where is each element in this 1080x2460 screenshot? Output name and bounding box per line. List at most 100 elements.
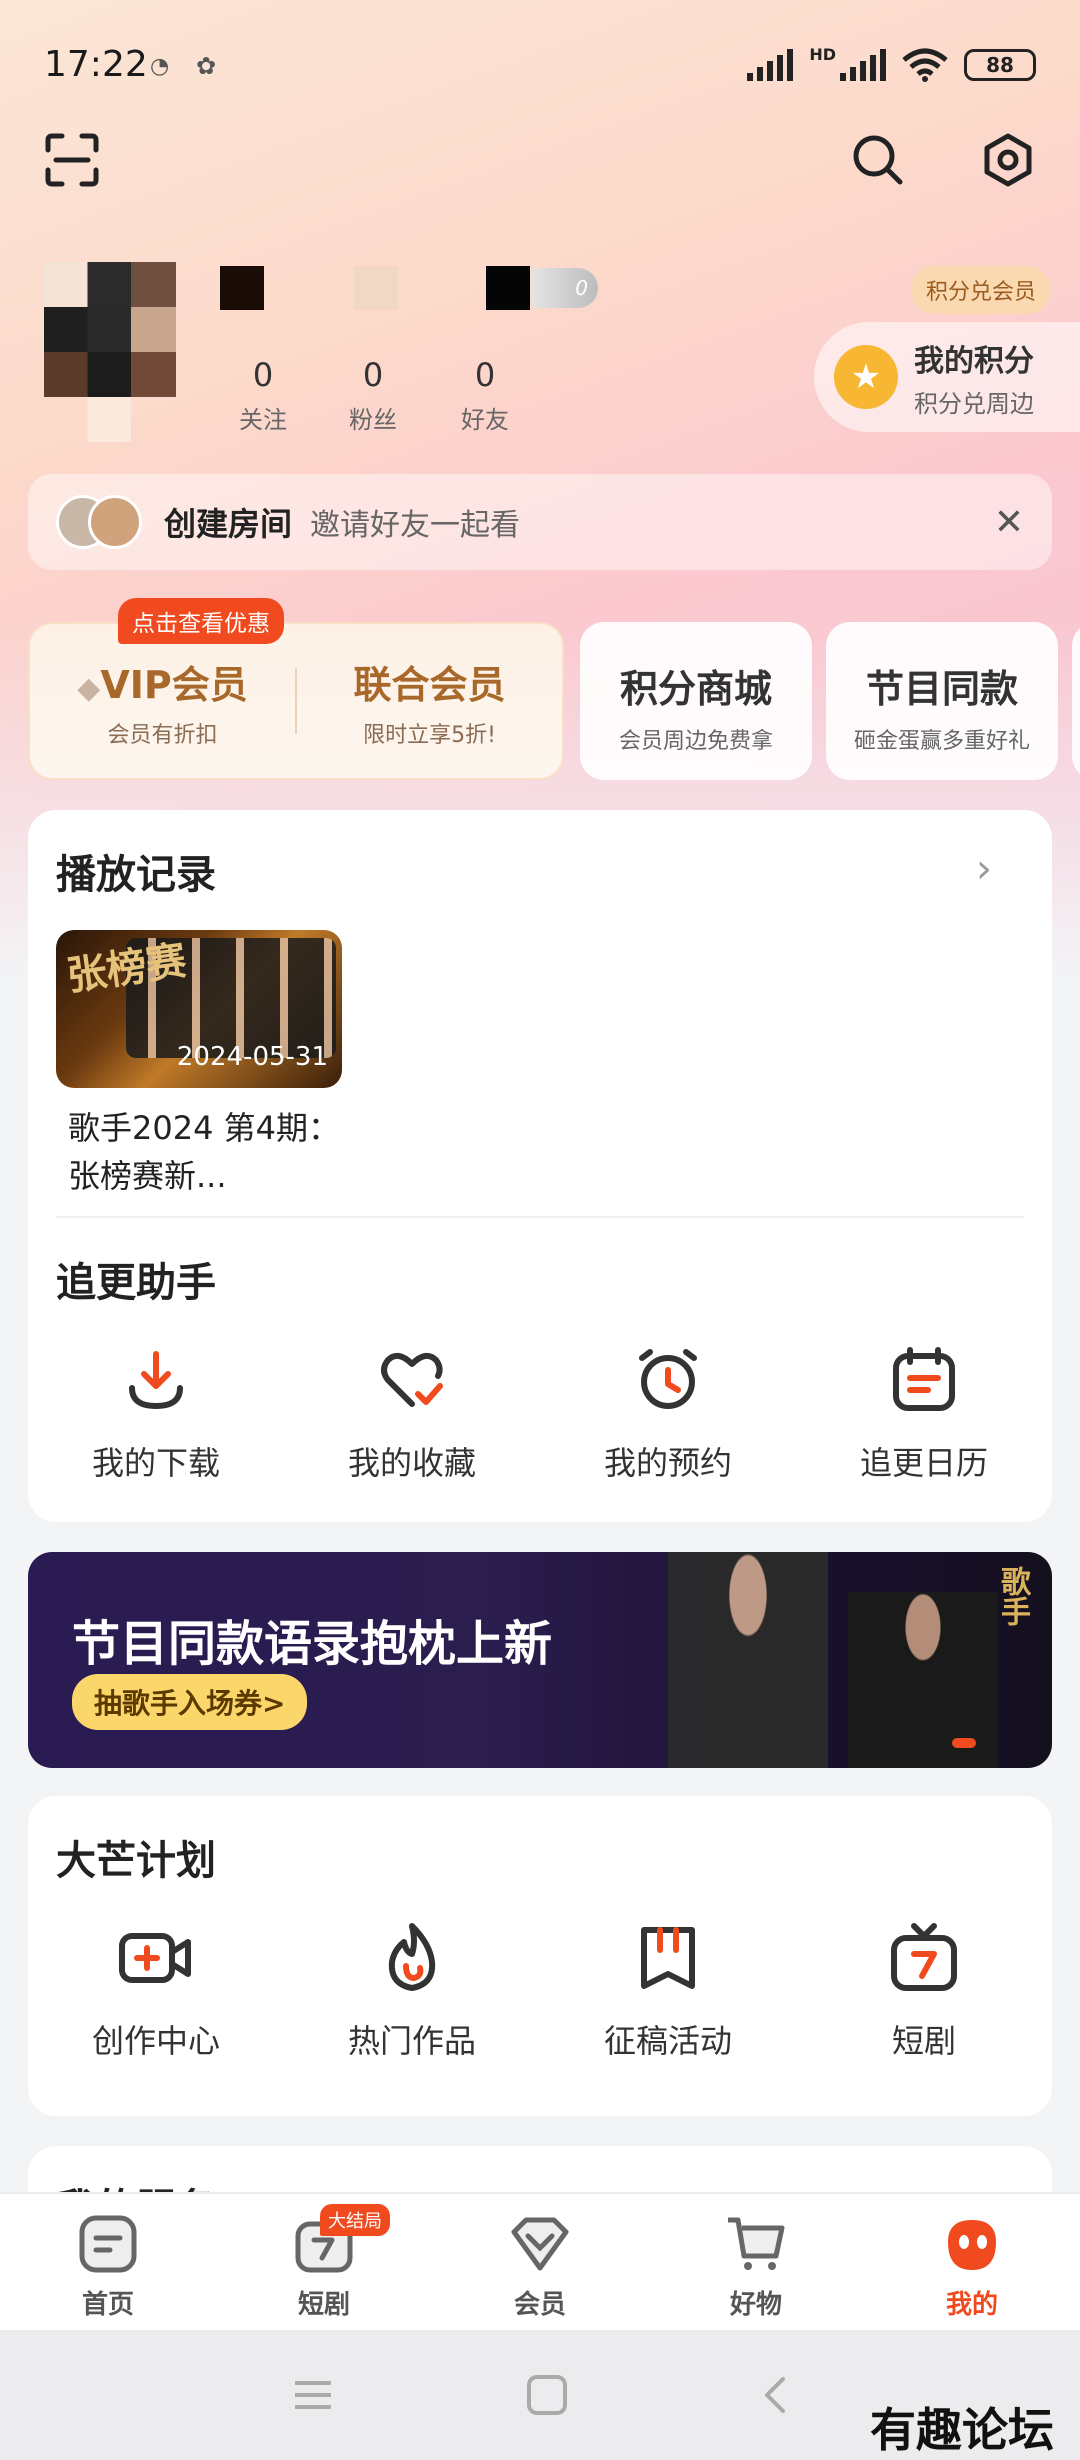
same-style-subtitle: 砸金蛋赢多重好礼 <box>853 729 1030 754</box>
status-time: 17:22 <box>44 44 148 85</box>
points-redeem-tag[interactable]: 积分兑会员 <box>911 266 1050 314</box>
my-points-card[interactable]: ★ 我的积分 积分兑周边 <box>814 322 1080 432</box>
my-favorites-button[interactable]: 我的收藏 <box>284 1344 540 1484</box>
avatar[interactable] <box>44 262 176 442</box>
settings-button[interactable] <box>976 128 1040 192</box>
signal-icon <box>747 49 794 81</box>
menu-icon[interactable] <box>291 2377 335 2413</box>
banner-title: 节目同款语录抱枕上新 <box>72 1616 553 1672</box>
points-shop-title: 积分商城 <box>619 667 772 711</box>
diamond-icon: ◆ <box>77 670 101 706</box>
vip-member-card[interactable]: ◆VIP会员 会员有折扣 <box>30 654 295 749</box>
stat-following[interactable]: 0 关注 <box>218 356 308 435</box>
stat-value: 0 <box>362 356 384 394</box>
stat-fans[interactable]: 0 粉丝 <box>328 356 418 435</box>
bookmark-icon <box>641 1927 695 1989</box>
vip-subtitle: 会员有折扣 <box>107 722 218 748</box>
flame-icon <box>388 1923 436 1991</box>
mango-plan-label: 征稿活动 <box>603 2022 732 2060</box>
room-avatar <box>88 495 142 549</box>
download-icon <box>129 1351 183 1410</box>
short-drama-button[interactable]: 短剧 <box>796 1922 1052 2062</box>
vip-title: VIP会员 <box>100 662 248 707</box>
nav-label: 会员 <box>513 2290 566 2320</box>
history-caption[interactable]: 歌手2024 第4期：张榜赛新... <box>68 1104 358 1200</box>
alarm-clock-icon <box>639 1349 697 1409</box>
banner-singer-1 <box>668 1552 828 1768</box>
mango-plan-label: 创作中心 <box>91 2022 220 2060</box>
stat-label: 关注 <box>239 406 287 434</box>
mango-plan-label: 短剧 <box>891 2022 956 2060</box>
points-shop-card[interactable]: 积分商城 会员周边免费拿 <box>580 622 812 780</box>
mango-plan-title: 大芒计划 <box>56 1838 216 1884</box>
tv-icon <box>891 1923 957 1991</box>
status-icons: HD 88 <box>745 45 1036 82</box>
back-icon[interactable] <box>759 2373 789 2417</box>
calendar-icon <box>893 1347 955 1411</box>
banner-logo: 歌手 <box>995 1566 1030 1626</box>
my-downloads-button[interactable]: 我的下载 <box>28 1344 284 1484</box>
nav-home[interactable]: 首页 <box>0 2194 216 2330</box>
stat-friends[interactable]: 0 好友 <box>440 356 530 435</box>
thumbnail-date: 2024-05-31 <box>176 1042 328 1072</box>
home-icon <box>79 2215 137 2273</box>
nav-label: 首页 <box>81 2290 134 2320</box>
history-thumbnail[interactable]: 张榜赛 2024-05-31 <box>56 930 342 1088</box>
nav-short-drama[interactable]: 大结局 短剧 <box>216 2194 432 2330</box>
assistant-label: 我的预约 <box>603 1444 732 1482</box>
hot-works-button[interactable]: 热门作品 <box>284 1922 540 2062</box>
home-square-icon[interactable] <box>525 2373 569 2417</box>
heart-check-icon <box>381 1352 443 1407</box>
banner-cta[interactable]: 抽歌手入场券> <box>72 1674 308 1730</box>
next-card-peek <box>1072 622 1080 780</box>
assistant-grid: 我的下载 我的收藏 我的预约 追更日历 <box>28 1344 1052 1484</box>
nav-label: 好物 <box>729 2290 782 2320</box>
close-icon[interactable]: ✕ <box>994 502 1024 543</box>
history-title: 播放记录 <box>56 852 216 898</box>
update-calendar-button[interactable]: 追更日历 <box>796 1344 1052 1484</box>
nav-mine[interactable]: 我的 <box>864 2194 1080 2330</box>
nav-label: 我的 <box>945 2290 998 2320</box>
creation-center-button[interactable]: 创作中心 <box>28 1922 284 2062</box>
assistant-title: 追更助手 <box>56 1260 216 1306</box>
points-title: 我的积分 <box>914 343 1034 379</box>
union-title: 联合会员 <box>353 662 506 707</box>
search-icon <box>853 135 903 185</box>
points-shop-subtitle: 会员周边免费拿 <box>618 729 773 754</box>
nav-member[interactable]: 会员 <box>432 2194 648 2330</box>
promo-badge[interactable]: 点击查看优惠 <box>118 598 284 644</box>
stat-value: 0 <box>252 356 274 394</box>
member-card-group: ◆VIP会员 会员有折扣 联合会员 限时立享5折! <box>28 622 564 780</box>
nav-label: 短剧 <box>297 2290 350 2320</box>
mango-face-icon <box>948 2220 996 2270</box>
wifi-icon <box>902 48 948 82</box>
scan-icon <box>45 133 99 187</box>
stat-label: 好友 <box>461 406 509 434</box>
promo-banner[interactable]: 节目同款语录抱枕上新 抽歌手入场券> 歌手 <box>28 1552 1052 1768</box>
points-subtitle: 积分兑周边 <box>914 389 1034 418</box>
room-subtitle: 邀请好友一起看 <box>310 508 521 543</box>
gear-icon <box>984 133 1032 187</box>
submission-event-button[interactable]: 征稿活动 <box>540 1922 796 2062</box>
assistant-label: 追更日历 <box>859 1444 988 1482</box>
room-avatars <box>56 495 146 549</box>
same-style-title: 节目同款 <box>865 667 1018 711</box>
level-badge: 0 <box>532 268 598 308</box>
nav-goods[interactable]: 好物 <box>648 2194 864 2330</box>
my-reservations-button[interactable]: 我的预约 <box>540 1344 796 1484</box>
scan-button[interactable] <box>40 128 104 192</box>
battery-indicator: 88 <box>964 49 1036 81</box>
nav-badge: 大结局 <box>320 2204 390 2236</box>
chevron-right-icon[interactable]: › <box>976 846 992 892</box>
signal-icon-2 <box>840 49 886 81</box>
assistant-label: 我的收藏 <box>347 1444 476 1482</box>
union-subtitle: 限时立享5折! <box>363 722 496 748</box>
pixel-decoration-3 <box>486 266 530 310</box>
notification-icon-1: ◔ <box>150 54 170 79</box>
stat-value: 0 <box>474 356 496 394</box>
same-style-card[interactable]: 节目同款 砸金蛋赢多重好礼 <box>826 622 1058 780</box>
divider <box>56 1216 1024 1218</box>
union-member-card[interactable]: 联合会员 限时立享5折! <box>297 654 562 749</box>
search-button[interactable] <box>846 128 910 192</box>
create-room-bar[interactable]: 创建房间 邀请好友一起看 ✕ <box>28 474 1052 570</box>
